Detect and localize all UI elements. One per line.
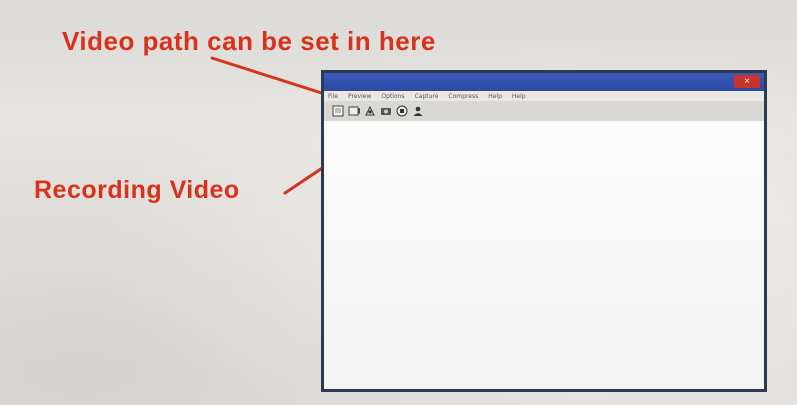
menu-item-capture[interactable]: Capture: [415, 93, 439, 100]
video-preview-area: [324, 121, 764, 389]
app-window: × File Preview Options Capture Compress …: [321, 70, 767, 392]
annotation-video-path: Video path can be set in here: [62, 26, 436, 56]
preview-icon[interactable]: [348, 105, 360, 117]
close-button[interactable]: ×: [734, 75, 760, 88]
toolbar: [324, 101, 764, 122]
menu-item-help-2[interactable]: Help: [512, 93, 526, 100]
cut-off-heading: [0, 0, 797, 10]
arrow-video-path: [210, 56, 330, 97]
stop-icon[interactable]: [396, 105, 408, 117]
menu-item-help-1[interactable]: Help: [488, 93, 502, 100]
menu-bar: File Preview Options Capture Compress He…: [324, 91, 764, 101]
slide-background: Video path can be set in here Recording …: [0, 0, 797, 405]
user-icon[interactable]: [412, 105, 424, 117]
menu-item-preview[interactable]: Preview: [348, 93, 371, 100]
record-icon[interactable]: [364, 105, 376, 117]
close-icon: ×: [744, 76, 750, 87]
settings-path-icon[interactable]: [332, 105, 344, 117]
menu-item-compress[interactable]: Compress: [448, 93, 478, 100]
menu-item-options[interactable]: Options: [381, 93, 404, 100]
camera-icon[interactable]: [380, 105, 392, 117]
annotation-recording-video: Recording Video: [34, 176, 240, 204]
menu-item-file[interactable]: File: [328, 93, 338, 100]
window-titlebar[interactable]: ×: [324, 73, 764, 91]
